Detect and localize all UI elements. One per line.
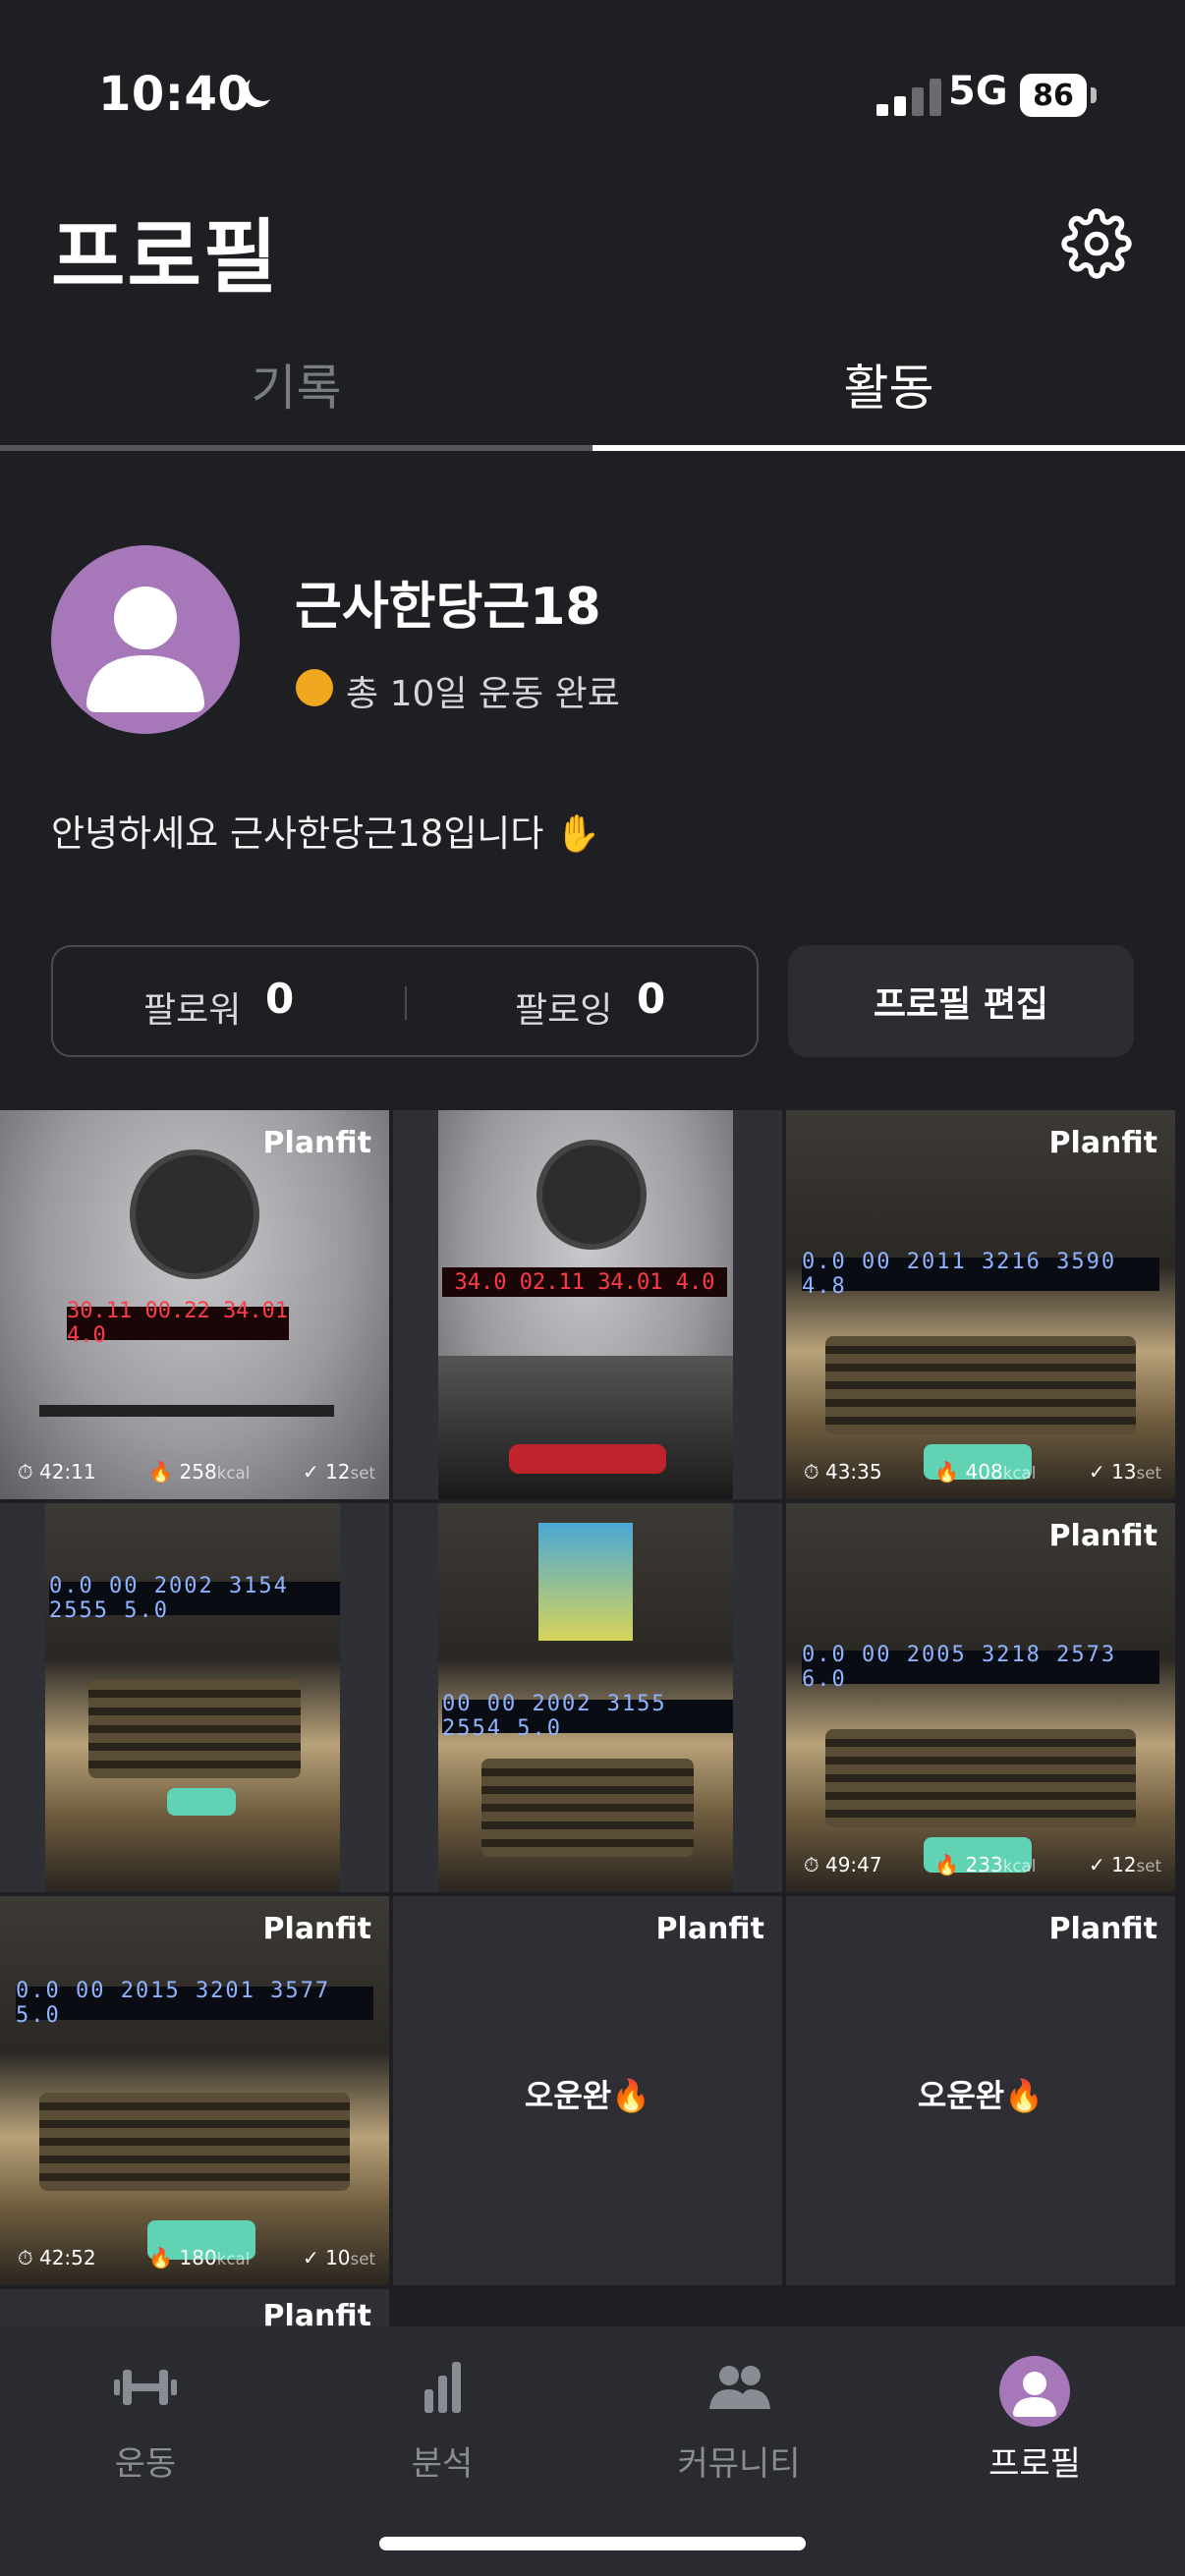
post-text: 오운완🔥	[524, 2077, 651, 2114]
treadmill-display: 30.11 00.22 34.01 4.0	[67, 1299, 289, 1348]
bio: 안녕하세요 근사한당근18입니다 ✋	[51, 812, 601, 855]
level-badge-dot	[296, 669, 333, 706]
nav-workout[interactable]: 운동	[47, 2356, 244, 2485]
post-tile[interactable]: Planfit 오운완🔥	[393, 1896, 782, 2285]
battery-icon: 86	[1020, 74, 1099, 117]
nav-analysis[interactable]: 분석	[344, 2356, 540, 2485]
tab-underline-active	[592, 445, 1185, 451]
nickname: 근사한당근18	[295, 578, 601, 637]
treadmill-display: 34.0 02.11 34.01 4.0	[442, 1267, 727, 1297]
post-tile[interactable]: 0.0 00 2005 3218 2573 6.0 Planfit ⏱ 49:4…	[786, 1503, 1175, 1892]
treadmill-display: 0.0 00 2002 3154 2555 5.0	[49, 1574, 340, 1623]
brand-label: Planfit	[1048, 1519, 1157, 1553]
brand-label: Planfit	[262, 1126, 371, 1160]
people-icon	[709, 2366, 770, 2409]
treadmill-display: 0.0 00 2015 3201 3577 5.0	[16, 1979, 373, 2028]
brand-label: Planfit	[262, 1912, 371, 1946]
following-label[interactable]: 팔로잉	[515, 981, 612, 1033]
battery-level: 86	[1020, 74, 1087, 117]
workout-summary: 총 10일 운동 완료	[346, 674, 620, 714]
treadmill-display: 00 00 2002 3155 2554 5.0	[442, 1692, 733, 1741]
signal-icon	[876, 79, 941, 116]
follow-box: 팔로워 0 팔로잉 0	[51, 945, 759, 1057]
calories: 🔥 233kcal	[934, 1853, 1037, 1876]
post-tile[interactable]: 0.0 00 2002 3154 2555 5.0	[0, 1503, 389, 1892]
sets-count: ✓ 12set	[302, 1460, 375, 1484]
workout-time: ⏱ 42:52	[18, 2246, 96, 2269]
calories: 🔥 180kcal	[148, 2246, 251, 2269]
post-tile[interactable]: 0.0 00 2015 3201 3577 5.0 Planfit ⏱ 42:5…	[0, 1896, 389, 2285]
calories: 🔥 408kcal	[934, 1460, 1037, 1484]
brand-label: Planfit	[1048, 1126, 1157, 1160]
nav-profile[interactable]: 프로필	[936, 2356, 1133, 2485]
followers-count[interactable]: 0	[265, 975, 294, 1023]
status-time: 10:40	[98, 67, 252, 122]
brand-label: Planfit	[655, 1912, 764, 1946]
brand-label: Planfit	[1048, 1912, 1157, 1946]
nav-community[interactable]: 커뮤니티	[641, 2356, 837, 2485]
tab-activity[interactable]: 활동	[592, 349, 1185, 420]
post-text: 오운완🔥	[917, 2077, 1044, 2114]
brand-label: Planfit	[262, 2299, 371, 2328]
followers-label[interactable]: 팔로워	[143, 981, 241, 1033]
post-tile[interactable]: Planfit	[0, 2289, 389, 2328]
calories: 🔥 258kcal	[148, 1460, 251, 1484]
moon-icon	[243, 80, 270, 107]
workout-time: ⏱ 42:11	[18, 1460, 96, 1484]
bar-chart-icon	[424, 2362, 461, 2413]
post-tile[interactable]: 30.11 00.22 34.01 4.0 Planfit ⏱ 42:11 🔥 …	[0, 1110, 389, 1499]
profile-avatar-icon	[999, 2356, 1070, 2427]
home-indicator	[379, 2537, 806, 2550]
sets-count: ✓ 10set	[302, 2246, 375, 2269]
gear-icon[interactable]	[1061, 208, 1132, 279]
treadmill-display: 0.0 00 2005 3218 2573 6.0	[802, 1643, 1159, 1692]
tab-underline-inactive	[0, 445, 592, 451]
person-icon	[86, 587, 204, 712]
avatar[interactable]	[51, 545, 240, 734]
dumbbell-icon	[114, 2370, 177, 2405]
page-title: 프로필	[51, 211, 280, 305]
following-count[interactable]: 0	[637, 975, 665, 1023]
post-tile[interactable]: 34.0 02.11 34.01 4.0	[393, 1110, 782, 1499]
divider	[405, 986, 407, 1020]
post-tile[interactable]: 00 00 2002 3155 2554 5.0	[393, 1503, 782, 1892]
workout-time: ⏱ 49:47	[804, 1853, 882, 1876]
post-tile[interactable]: Planfit 오운완🔥	[786, 1896, 1175, 2285]
sets-count: ✓ 13set	[1088, 1460, 1161, 1484]
tab-record[interactable]: 기록	[0, 349, 592, 420]
workout-time: ⏱ 43:35	[804, 1460, 882, 1484]
sets-count: ✓ 12set	[1088, 1853, 1161, 1876]
network-type: 5G	[948, 69, 1008, 114]
edit-profile-button[interactable]: 프로필 편집	[788, 945, 1134, 1057]
treadmill-display: 0.0 00 2011 3216 3590 4.8	[802, 1250, 1159, 1299]
post-tile[interactable]: 0.0 00 2011 3216 3590 4.8 Planfit ⏱ 43:3…	[786, 1110, 1175, 1499]
